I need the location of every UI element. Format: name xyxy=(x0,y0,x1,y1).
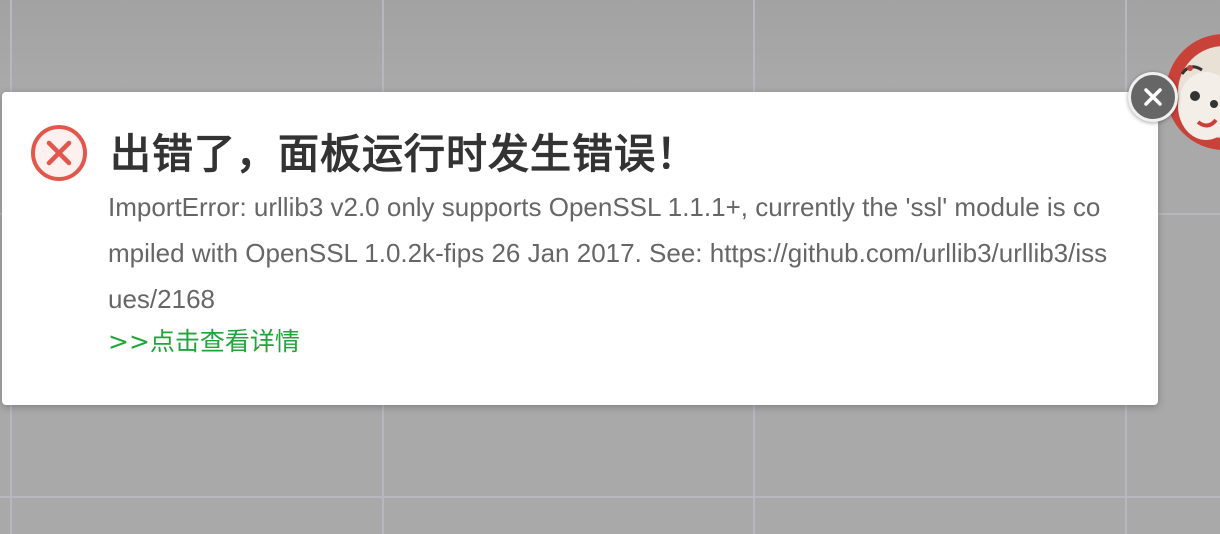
view-details-link[interactable]: >>点击查看详情 xyxy=(108,322,300,362)
close-button[interactable] xyxy=(1128,72,1178,122)
backdrop-top-area xyxy=(0,0,1220,92)
grid-line xyxy=(0,496,1220,498)
close-icon xyxy=(1144,88,1162,106)
error-circle-icon xyxy=(31,125,87,181)
error-dialog: 出错了，面板运行时发生错误！ ImportError: urllib3 v2.0… xyxy=(2,92,1158,405)
error-message: ImportError: urllib3 v2.0 only supports … xyxy=(108,192,1108,314)
dialog-title: 出错了，面板运行时发生错误！ xyxy=(110,130,698,178)
